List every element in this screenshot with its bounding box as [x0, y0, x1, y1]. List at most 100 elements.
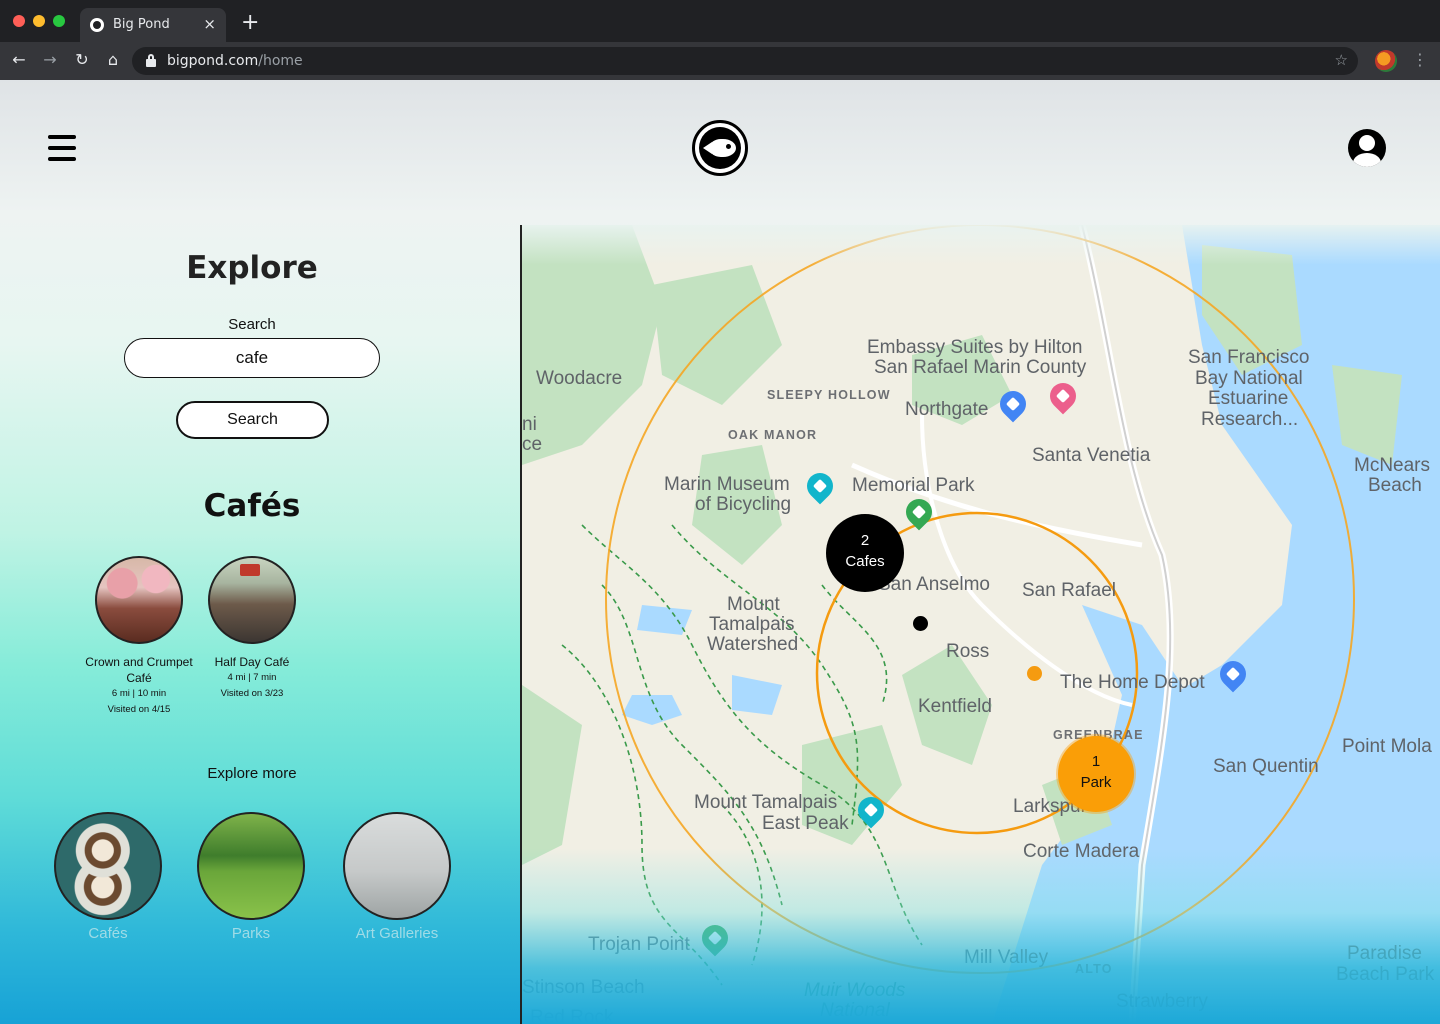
account-icon[interactable] [1348, 129, 1386, 167]
maximize-window-button[interactable] [53, 15, 65, 27]
map-label: San Rafael Marin County [874, 357, 1087, 378]
tab-title: Big Pond [113, 17, 170, 32]
map-label: The Home Depot [1060, 672, 1205, 693]
cafes-cluster[interactable]: 2 Cafes [826, 514, 904, 592]
category-parks[interactable]: Parks [191, 812, 311, 942]
cluster-label: Park [1080, 774, 1112, 791]
cafe-photo[interactable] [95, 556, 183, 644]
map-label: ALTO [1075, 962, 1113, 976]
map-label: San Francisco [1188, 347, 1310, 368]
map-label: OAK MANOR [728, 428, 818, 442]
home-icon[interactable]: ⌂ [103, 50, 123, 70]
explore-more-title: Explore more [207, 765, 297, 782]
browser-tab[interactable]: Big Pond × [80, 8, 226, 42]
explore-title: Explore [186, 250, 318, 286]
cafe-distance: 6 mi | 10 min [111, 688, 167, 699]
map-label: Paradise [1347, 943, 1422, 964]
minimize-window-button[interactable] [33, 15, 45, 27]
map-label: Bay National [1195, 368, 1303, 389]
cafe-distance: 4 mi | 7 min [227, 672, 277, 683]
fish-logo-icon[interactable] [692, 120, 748, 176]
map-label: Red Rock [530, 1007, 614, 1024]
map-label: Tamalpais [709, 614, 795, 635]
map-label: ce [522, 434, 543, 455]
cafe-card[interactable]: Half Day Café 4 mi | 7 min Visited on 3/… [197, 556, 307, 702]
category-photo[interactable] [54, 812, 162, 920]
url-path: /home [258, 53, 303, 69]
category-cafes[interactable]: Cafés [48, 812, 168, 942]
map-label: National [820, 1000, 890, 1021]
map-label: Northgate [905, 399, 989, 420]
park-cluster[interactable]: 1 Park [1058, 736, 1134, 812]
url-text: bigpond.com/home [167, 53, 303, 69]
map-label: Research... [1201, 409, 1299, 430]
hamburger-icon[interactable] [48, 135, 76, 161]
cluster-label: Cafes [845, 553, 885, 570]
lock-icon [146, 54, 156, 67]
map-label: Embassy Suites by Hilton [867, 337, 1083, 358]
search-label: Search [228, 316, 276, 333]
page: Explore Search Search Cafés Crown and Cr… [0, 80, 1440, 1024]
address-bar[interactable]: bigpond.com/home ☆ [132, 47, 1358, 75]
map-label: Memorial Park [852, 475, 975, 496]
back-arrow-icon[interactable]: ← [9, 50, 29, 70]
map-label: Corte Madera [1023, 841, 1140, 862]
map-label: Muir Woods [804, 980, 906, 1001]
search-button[interactable]: Search [176, 401, 329, 439]
map-label: San Rafael [1022, 580, 1117, 601]
cafe-visited: Visited on 4/15 [107, 704, 171, 715]
category-label: Art Galleries [355, 925, 439, 942]
map-label: Mill Valley [964, 947, 1049, 968]
map-label: SLEEPY HOLLOW [767, 388, 891, 402]
cluster-count: 1 [1091, 753, 1101, 770]
url-host: bigpond.com [167, 53, 259, 69]
map-label: Ross [946, 641, 990, 662]
cafe-card[interactable]: Crown and Crumpet Café 6 mi | 10 min Vis… [84, 556, 194, 718]
cafe-name: Half Day Café [214, 655, 290, 669]
map-label: Kentfield [918, 696, 992, 717]
map-label: ni [522, 414, 537, 435]
cluster-count: 2 [860, 532, 870, 549]
current-location-dot [913, 616, 928, 631]
map-label: Watershed [707, 634, 799, 655]
cafe-photo[interactable] [208, 556, 296, 644]
category-label: Parks [231, 925, 271, 942]
map-label: Trojan Point [588, 934, 690, 955]
search-input[interactable] [124, 338, 380, 378]
cafe-name: Crown and Crumpet Café [85, 655, 193, 685]
park-location-dot [1027, 666, 1042, 681]
map-label: Beach Park [1336, 964, 1435, 985]
reload-icon[interactable]: ↻ [72, 50, 92, 70]
map-label: Santa Venetia [1032, 445, 1151, 466]
forward-arrow-icon[interactable]: → [40, 50, 60, 70]
map[interactable]: Embassy Suites by Hilton San Rafael Mari… [520, 225, 1440, 1024]
category-art-galleries[interactable]: Art Galleries [337, 812, 457, 942]
map-label: Marin Museum [664, 474, 790, 495]
profile-avatar[interactable] [1375, 50, 1397, 72]
bookmark-star-icon[interactable]: ☆ [1335, 51, 1348, 69]
map-label: Point Mola [1342, 736, 1432, 757]
map-label: of Bicycling [695, 494, 792, 515]
map-label: Woodacre [536, 368, 623, 389]
favicon-icon [90, 18, 104, 32]
new-tab-icon[interactable]: + [241, 11, 259, 35]
map-label: San Quentin [1213, 756, 1319, 777]
map-label: Estuarine [1208, 388, 1289, 409]
cafes-title: Cafés [203, 488, 301, 524]
cafe-visited: Visited on 3/23 [220, 688, 284, 699]
map-label: Mount [727, 594, 780, 615]
map-label: Strawberry [1116, 991, 1208, 1012]
browser-toolbar: ← → ↻ ⌂ bigpond.com/home ☆ ⋮ [0, 42, 1440, 80]
map-label: McNears [1354, 455, 1431, 476]
map-label: Beach [1368, 475, 1422, 496]
category-photo[interactable] [343, 812, 451, 920]
map-label: East Peak [762, 813, 849, 834]
map-label: Stinson Beach [522, 977, 645, 998]
category-photo[interactable] [197, 812, 305, 920]
browser-menu-icon[interactable]: ⋮ [1412, 50, 1428, 69]
category-label: Cafés [88, 925, 128, 942]
close-window-button[interactable] [13, 15, 25, 27]
browser-chrome: Big Pond × + ← → ↻ ⌂ bigpond.com/home ☆ … [0, 0, 1440, 80]
map-label: Mount Tamalpais [694, 792, 838, 813]
close-tab-icon[interactable]: × [203, 15, 216, 33]
